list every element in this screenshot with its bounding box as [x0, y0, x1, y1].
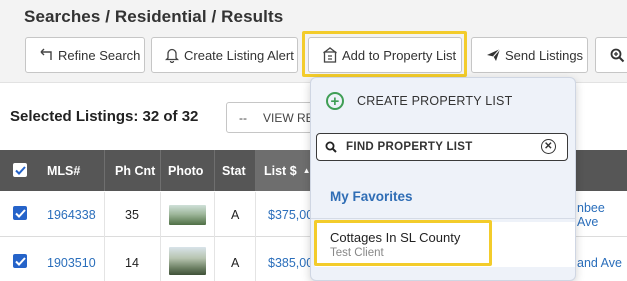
create-listing-alert-button[interactable]: Create Listing Alert: [151, 37, 298, 73]
stat-value: A: [231, 207, 240, 222]
add-to-property-list-label: Add to Property List: [342, 47, 457, 63]
send-listings-label: Send Listings: [505, 47, 584, 63]
address-link[interactable]: nbee Ave: [577, 192, 627, 237]
pager-dash: --: [239, 110, 247, 125]
header-list-price[interactable]: List $ ▲: [264, 150, 311, 191]
header-divider: [214, 150, 215, 191]
column-divider: [160, 192, 161, 281]
bell-icon: [163, 46, 181, 64]
header-mls[interactable]: MLS#: [47, 150, 80, 191]
header-stat[interactable]: Stat: [222, 150, 246, 191]
column-divider: [255, 192, 256, 281]
zoom-icon: [608, 46, 626, 64]
refine-search-label: Refine Search: [58, 47, 141, 63]
header-list-price-label: List $: [264, 163, 297, 178]
listing-photo[interactable]: [169, 205, 206, 225]
create-listing-alert-label: Create Listing Alert: [184, 47, 294, 63]
add-to-property-list-button[interactable]: Add to Property List: [308, 37, 462, 73]
column-divider: [214, 192, 215, 281]
row-checkbox[interactable]: [13, 206, 27, 220]
listing-photo[interactable]: [169, 247, 206, 275]
row-checkbox[interactable]: [13, 254, 27, 268]
checkmark-icon: [14, 165, 26, 175]
plus-circle-icon: +: [326, 92, 344, 110]
header-ph-cnt[interactable]: Ph Cnt: [115, 150, 155, 191]
header-divider: [255, 150, 256, 191]
mls-link[interactable]: 1964338: [47, 192, 96, 237]
header-divider: [160, 150, 161, 191]
pager-text: VIEW RE: [263, 110, 314, 125]
undo-arrow-icon: [37, 46, 55, 64]
property-list-item-subtitle: Test Client: [330, 247, 384, 259]
search-icon: [325, 141, 337, 153]
send-listings-button[interactable]: Send Listings: [471, 37, 588, 73]
ph-cnt-value: 35: [125, 207, 139, 222]
paper-plane-icon: [484, 46, 502, 64]
clear-icon[interactable]: ✕: [541, 139, 556, 154]
stat-value: A: [231, 255, 240, 270]
create-property-list-label: CREATE PROPERTY LIST: [357, 94, 513, 108]
property-list-item-title: Cottages In SL County: [330, 230, 461, 245]
list-price-value: $385,00: [268, 255, 314, 270]
address-link[interactable]: and Ave: [577, 240, 622, 281]
ph-cnt-value: 14: [125, 255, 139, 270]
mls-link[interactable]: 1903510: [47, 240, 96, 281]
header-divider: [104, 150, 105, 191]
checkmark-icon: [14, 208, 26, 218]
zoom-button[interactable]: [595, 37, 627, 73]
column-divider: [104, 192, 105, 281]
select-all-checkbox[interactable]: [13, 163, 27, 177]
my-favorites-heading: My Favorites: [330, 189, 413, 204]
create-property-list-button[interactable]: + CREATE PROPERTY LIST: [326, 92, 512, 110]
find-property-list-input[interactable]: FIND PROPERTY LIST ✕: [316, 133, 568, 161]
property-list-icon: [321, 46, 339, 64]
header-photo[interactable]: Photo: [168, 150, 203, 191]
dropdown-divider: [311, 218, 575, 219]
refine-search-button[interactable]: Refine Search: [25, 37, 145, 73]
selected-listings-label: Selected Listings: 32 of 32: [10, 108, 199, 125]
list-price-value: $375,00: [268, 207, 314, 222]
breadcrumb: Searches / Residential / Results: [24, 7, 284, 26]
checkmark-icon: [14, 256, 26, 266]
find-property-list-placeholder: FIND PROPERTY LIST: [346, 141, 473, 153]
